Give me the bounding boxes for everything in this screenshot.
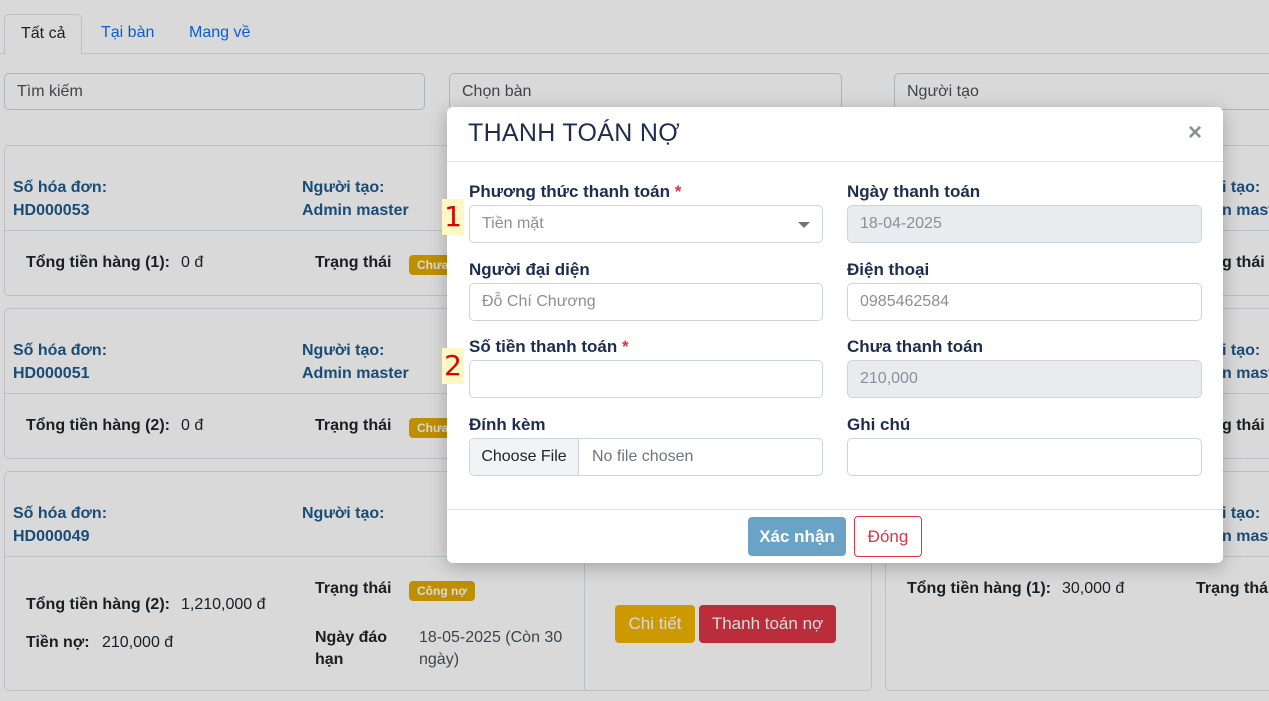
payment-date-field: 18-04-2025 — [847, 205, 1202, 243]
close-icon[interactable]: × — [1183, 121, 1207, 145]
pay-debt-modal: THANH TOÁN NỢ × Phương thức thanh toán *… — [447, 107, 1223, 563]
caret-down-icon — [798, 222, 810, 228]
amount-label-text: Số tiền thanh toán — [469, 337, 618, 356]
payment-method-label: Phương thức thanh toán * — [469, 182, 681, 202]
phone-input[interactable]: 0985462584 — [847, 283, 1202, 321]
unpaid-field: 210,000 — [847, 360, 1202, 398]
confirm-button[interactable]: Xác nhận — [748, 517, 846, 556]
modal-title: THANH TOÁN NỢ — [468, 119, 680, 147]
phone-label: Điện thoại — [847, 260, 930, 279]
payment-method-value: Tiền mặt — [482, 215, 544, 232]
representative-input[interactable]: Đỗ Chí Chương — [469, 283, 823, 321]
modal-header-divider — [447, 161, 1223, 162]
choose-file-button[interactable]: Choose File — [470, 439, 579, 475]
payment-method-select[interactable]: Tiền mặt — [469, 205, 823, 243]
note-input[interactable] — [847, 438, 1202, 476]
required-mark: * — [674, 182, 682, 201]
amount-label: Số tiền thanh toán * — [469, 337, 629, 357]
modal-footer-divider — [447, 509, 1223, 510]
payment-method-label-text: Phương thức thanh toán — [469, 182, 671, 201]
amount-input[interactable] — [469, 360, 823, 398]
payment-date-label: Ngày thanh toán — [847, 182, 981, 201]
step-marker-1: 1 — [442, 199, 464, 235]
attachment-label: Đính kèm — [469, 415, 546, 434]
close-button[interactable]: Đóng — [854, 516, 922, 557]
representative-label: Người đại diện — [469, 260, 590, 279]
note-label: Ghi chú — [847, 415, 911, 434]
required-mark: * — [622, 337, 629, 356]
no-file-text: No file chosen — [592, 448, 694, 465]
attachment-file-input[interactable]: Choose File No file chosen — [469, 438, 823, 476]
unpaid-label: Chưa thanh toán — [847, 337, 984, 356]
step-marker-2: 2 — [442, 348, 464, 384]
